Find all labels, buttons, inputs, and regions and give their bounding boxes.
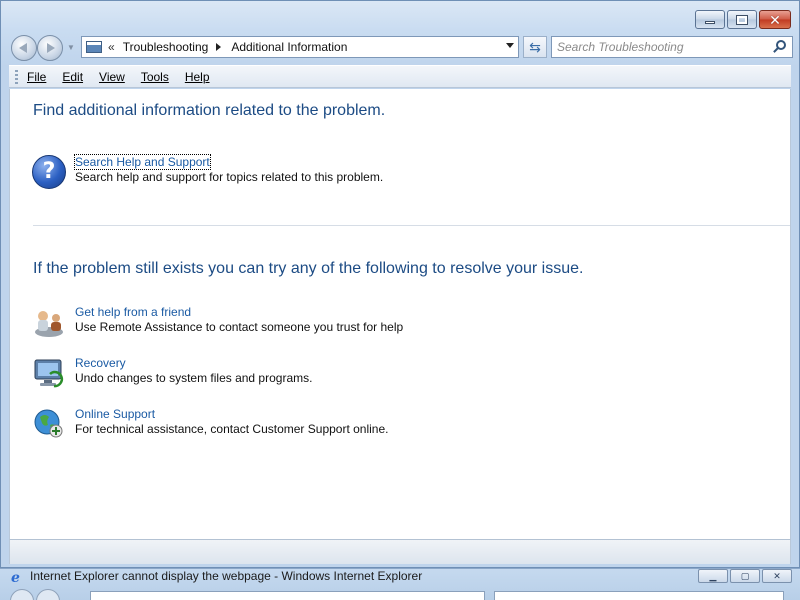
search-help-description: Search help and support for topics relat… xyxy=(75,170,384,184)
close-button[interactable]: ✕ xyxy=(759,10,791,29)
refresh-button[interactable]: ⇆ xyxy=(523,36,547,58)
search-help-link[interactable]: Search Help and Support xyxy=(74,154,211,170)
task-search-help: ? Search Help and Support Search help an… xyxy=(32,154,752,191)
background-back-button[interactable] xyxy=(10,589,34,600)
menu-bar: File Edit View Tools Help xyxy=(9,65,791,88)
background-window-title: Internet Explorer cannot display the web… xyxy=(30,569,423,583)
maximize-icon: ▢ xyxy=(740,571,750,581)
close-icon: ✕ xyxy=(769,11,781,28)
forward-button[interactable] xyxy=(37,35,63,61)
remote-assistance-icon xyxy=(35,311,63,337)
content-pane: Find additional information related to t… xyxy=(9,89,791,539)
search-icon[interactable] xyxy=(776,40,786,50)
menu-edit[interactable]: Edit xyxy=(62,70,83,84)
menu-file[interactable]: File xyxy=(27,70,46,84)
background-search-box[interactable] xyxy=(494,591,784,600)
back-arrow-icon xyxy=(19,43,27,53)
menu-grip xyxy=(15,70,18,84)
address-bar[interactable]: « Troubleshooting Additional Information xyxy=(81,36,519,58)
refresh-icon: ⇆ xyxy=(529,39,541,55)
recent-pages-dropdown[interactable]: ▼ xyxy=(67,43,75,52)
minimize-icon xyxy=(705,21,715,24)
minimize-button[interactable] xyxy=(695,10,725,29)
breadcrumb-overflow-chevron[interactable]: « xyxy=(108,40,115,54)
breadcrumb-troubleshooting[interactable]: Troubleshooting xyxy=(123,40,209,54)
internet-explorer-icon: e xyxy=(11,570,20,586)
caption-buttons: ✕ xyxy=(695,10,791,29)
task-online-support: Online Support For technical assistance,… xyxy=(32,407,752,443)
search-input[interactable] xyxy=(552,37,762,57)
task-recovery: Recovery Undo changes to system files an… xyxy=(32,356,752,392)
breadcrumb-separator-icon[interactable] xyxy=(216,43,222,51)
section-heading-additional-info: Find additional information related to t… xyxy=(33,102,386,119)
status-bar xyxy=(9,539,791,564)
minimize-icon: ▁ xyxy=(709,571,717,581)
recovery-link[interactable]: Recovery xyxy=(75,356,126,370)
recovery-description: Undo changes to system files and program… xyxy=(75,371,313,385)
background-maximize-button[interactable]: ▢ xyxy=(730,569,760,583)
background-minimize-button[interactable]: ▁ xyxy=(698,569,728,583)
recovery-icon xyxy=(34,359,64,388)
search-box[interactable] xyxy=(551,36,793,58)
section-divider xyxy=(33,225,790,226)
control-panel-icon xyxy=(86,41,102,53)
close-icon: ✕ xyxy=(773,571,781,581)
navigation-bar: ▼ « Troubleshooting Additional Informati… xyxy=(9,34,793,61)
maximize-icon xyxy=(736,14,748,25)
menu-view[interactable]: View xyxy=(99,70,125,84)
background-caption-buttons: ▁ ▢ ✕ xyxy=(698,569,792,583)
get-help-friend-description: Use Remote Assistance to contact someone… xyxy=(75,320,404,334)
menu-tools[interactable]: Tools xyxy=(141,70,169,84)
maximize-button[interactable] xyxy=(727,10,757,29)
help-question-icon: ? xyxy=(32,155,66,189)
background-forward-button[interactable] xyxy=(36,589,60,600)
section-heading-resolve: If the problem still exists you can try … xyxy=(33,260,584,277)
menu-help[interactable]: Help xyxy=(185,70,210,84)
background-address-bar[interactable] xyxy=(90,591,485,600)
get-help-friend-link[interactable]: Get help from a friend xyxy=(75,305,191,319)
online-support-description: For technical assistance, contact Custom… xyxy=(75,422,389,436)
troubleshooting-window: ✕ ▼ « Troubleshooting Additional Informa… xyxy=(0,0,800,568)
task-remote-assistance: Get help from a friend Use Remote Assist… xyxy=(32,305,752,341)
breadcrumb-additional-information[interactable]: Additional Information xyxy=(231,40,347,54)
background-ie-window[interactable]: e Internet Explorer cannot display the w… xyxy=(0,568,800,600)
forward-arrow-icon xyxy=(47,43,55,53)
back-button[interactable] xyxy=(11,35,37,61)
online-support-globe-icon xyxy=(34,409,63,438)
background-close-button[interactable]: ✕ xyxy=(762,569,792,583)
online-support-link[interactable]: Online Support xyxy=(75,407,155,421)
address-dropdown-icon[interactable] xyxy=(506,43,514,48)
